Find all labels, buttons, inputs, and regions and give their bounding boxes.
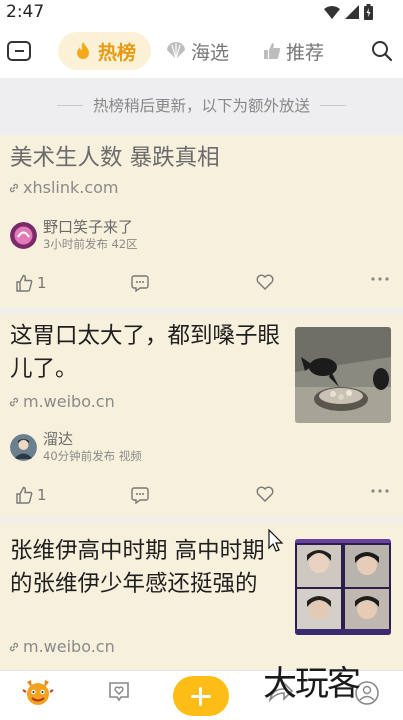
link-text: m.weibo.cn xyxy=(23,637,115,656)
watermark: 大玩客 xyxy=(263,664,361,704)
divider xyxy=(56,104,83,106)
link-icon xyxy=(9,397,19,406)
search-icon[interactable] xyxy=(371,40,393,62)
update-notice: 热榜稍后更新，以下为额外放送 xyxy=(0,78,403,132)
heart-message-icon[interactable] xyxy=(107,680,131,704)
post-meta: 40分钟前发布 视频 xyxy=(43,449,142,463)
feed-card[interactable]: 张维伊高中时期 高中时期的张维伊少年感还挺强的 m.weibo.cn xyxy=(0,523,403,670)
tab-recommend[interactable]: 推荐 xyxy=(263,32,324,70)
author-info: 野口笑子来了 3小时前发布 42区 xyxy=(43,218,138,252)
card-link[interactable]: xhslink.com xyxy=(8,178,119,197)
author-info: 溜达 40分钟前发布 视频 xyxy=(43,430,142,464)
create-post-button[interactable] xyxy=(173,676,229,716)
more-icon[interactable] xyxy=(371,276,389,282)
divider xyxy=(320,104,346,106)
like-button[interactable]: 1 xyxy=(15,486,47,504)
mascot-home-icon[interactable] xyxy=(22,676,54,708)
card-title[interactable]: 美术生人数 暴跌真相 xyxy=(10,142,220,175)
link-icon xyxy=(9,183,19,192)
signal-icon xyxy=(345,5,359,19)
thumbs-up-icon xyxy=(264,43,281,59)
action-bar: 1 xyxy=(0,482,403,512)
more-icon[interactable] xyxy=(371,488,389,494)
tab-label: 热榜 xyxy=(97,41,136,64)
like-icon xyxy=(16,274,33,292)
card-link[interactable]: m.weibo.cn xyxy=(8,392,115,411)
heart-icon[interactable] xyxy=(256,274,274,290)
flame-icon xyxy=(76,42,89,59)
status-icons xyxy=(324,4,373,20)
author[interactable]: 野口笑子来了 3小时前发布 42区 xyxy=(10,218,138,252)
like-count: 1 xyxy=(37,274,47,292)
link-text: m.weibo.cn xyxy=(23,392,115,411)
menu-icon[interactable] xyxy=(7,41,31,61)
post-thumbnail[interactable] xyxy=(295,539,391,635)
like-button[interactable]: 1 xyxy=(15,274,47,292)
author-name[interactable]: 野口笑子来了 xyxy=(43,218,138,236)
tab-haixuan[interactable]: 海选 xyxy=(166,32,229,70)
card-link[interactable]: m.weibo.cn xyxy=(8,637,115,656)
action-bar: 1 xyxy=(0,270,403,300)
mouse-cursor-icon xyxy=(268,529,284,552)
heart-icon[interactable] xyxy=(256,486,274,502)
status-bar: 2:47 xyxy=(0,0,403,26)
top-nav: 热榜 海选 推荐 xyxy=(0,26,403,78)
wifi-icon xyxy=(324,6,340,19)
card-title[interactable]: 这胃口太大了，都到嗓子眼儿了。 xyxy=(10,320,282,386)
author[interactable]: 溜达 40分钟前发布 视频 xyxy=(10,430,142,464)
feed-card[interactable]: 美术生人数 暴跌真相 xhslink.com 野口笑子来了 3小时前发布 42区… xyxy=(0,136,403,308)
notice-text: 热榜稍后更新，以下为额外放送 xyxy=(92,97,310,115)
tab-label: 海选 xyxy=(191,41,230,64)
avatar[interactable] xyxy=(10,221,37,249)
card-title[interactable]: 张维伊高中时期 高中时期的张维伊少年感还挺强的 xyxy=(10,535,286,601)
link-text: xhslink.com xyxy=(23,178,119,197)
tab-label: 推荐 xyxy=(286,41,325,64)
shell-icon xyxy=(167,42,185,60)
author-name[interactable]: 溜达 xyxy=(43,430,142,448)
avatar[interactable] xyxy=(10,433,37,461)
status-time: 2:47 xyxy=(6,2,45,22)
tab-hot[interactable]: 热榜 xyxy=(58,32,151,70)
post-meta: 3小时前发布 42区 xyxy=(43,237,138,251)
like-icon xyxy=(16,486,33,504)
post-thumbnail[interactable] xyxy=(295,327,391,423)
feed-card[interactable]: 这胃口太大了，都到嗓子眼儿了。 m.weibo.cn 溜达 40分钟前发布 视频… xyxy=(0,314,403,517)
comment-icon[interactable] xyxy=(131,486,149,504)
like-count: 1 xyxy=(37,486,47,504)
comment-icon[interactable] xyxy=(131,274,149,292)
link-icon xyxy=(9,642,19,651)
battery-icon xyxy=(364,4,373,20)
